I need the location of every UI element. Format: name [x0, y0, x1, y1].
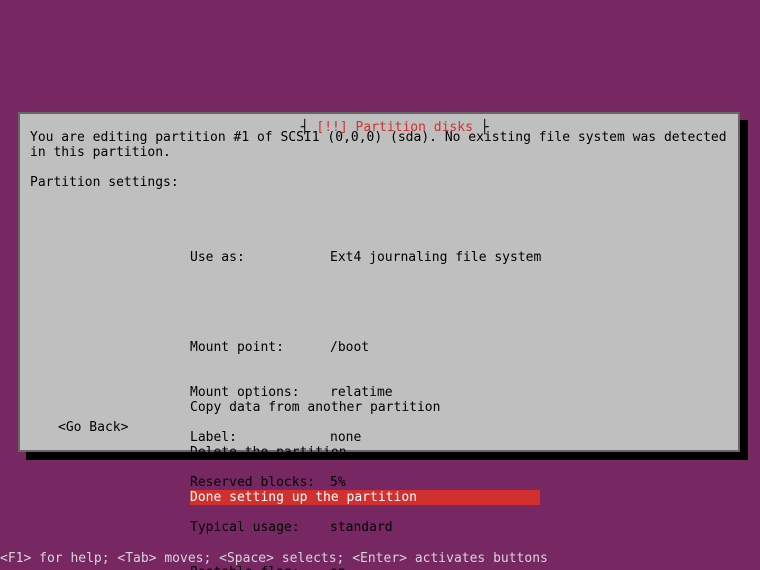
action-delete-partition[interactable]: Delete the partition	[190, 445, 540, 460]
intro-line-2: in this partition.	[30, 145, 171, 160]
partition-dialog: ┤ [!!] Partition disks ├ You are editing…	[18, 112, 740, 452]
settings-header: Partition settings:	[30, 175, 179, 190]
partition-actions: Copy data from another partition Delete …	[190, 370, 540, 535]
action-done-setting-up[interactable]: Done setting up the partition	[190, 490, 540, 505]
setting-use-as[interactable]: Use as:Ext4 journaling file system	[190, 250, 541, 265]
action-copy-data[interactable]: Copy data from another partition	[190, 400, 540, 415]
dialog-body: You are editing partition #1 of SCSI1 (0…	[30, 130, 728, 190]
setting-blank	[190, 295, 541, 310]
intro-line-1: You are editing partition #1 of SCSI1 (0…	[30, 130, 727, 145]
setting-mount-point[interactable]: Mount point:/boot	[190, 340, 541, 355]
go-back-button[interactable]: <Go Back>	[58, 420, 128, 435]
status-bar: <F1> for help; <Tab> moves; <Space> sele…	[0, 551, 548, 566]
